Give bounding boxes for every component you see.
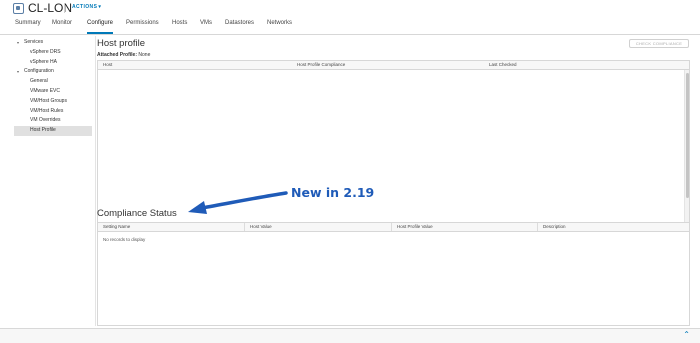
sidebar-item-vm-overrides[interactable]: VM Overrides [14,116,92,126]
column-header-host-profile-compliance[interactable]: Host Profile Compliance [292,61,485,69]
sidebar-item-label: VM Overrides [30,117,61,124]
sidebar-group-configuration[interactable]: ▾ Configuration [14,67,92,77]
tab-permissions[interactable]: Permissions [126,19,159,34]
title-divider [64,3,65,13]
sidebar-item-vm-host-groups[interactable]: VM/Host Groups [14,97,92,107]
object-tabs: Summary Monitor Configure Permissions Ho… [0,19,700,34]
tabs-divider [0,34,700,35]
sidebar-item-label: VMware EVC [30,87,61,94]
sidebar-item-label: VM/Host Groups [30,97,67,104]
empty-state-text: No records to display [103,237,146,242]
compliance-status-title: Compliance Status [97,208,177,219]
scrollbar-thumb[interactable] [686,73,689,198]
sidebar-item-label: General [30,78,48,85]
grid-header: Setting Name Host Value Host Profile Val… [98,223,689,232]
attached-profile: Attached Profile: None [97,52,150,58]
actions-menu-button[interactable]: ACTIONS▾ [72,4,101,10]
tab-hosts[interactable]: Hosts [172,19,187,34]
compliance-status-grid: Setting Name Host Value Host Profile Val… [97,222,690,326]
column-header-host-value[interactable]: Host Value [244,223,391,231]
tab-networks[interactable]: Networks [267,19,292,34]
new-feature-label: New in 2.19 [291,185,375,200]
sidebar-item-vsphere-drs[interactable]: vSphere DRS [14,48,92,58]
caret-down-icon: ▾ [17,40,20,45]
tab-monitor[interactable]: Monitor [52,19,72,34]
cluster-icon [13,3,24,14]
check-compliance-button[interactable]: CHECK COMPLIANCE [629,39,689,48]
sidebar-item-label: Host Profile [30,127,56,134]
column-header-description[interactable]: Description [537,223,687,231]
sidebar-item-label: vSphere DRS [30,48,61,55]
sidebar-item-vsphere-ha[interactable]: vSphere HA [14,58,92,68]
sidebar-item-vm-host-rules[interactable]: VM/Host Rules [14,107,92,117]
column-header-host[interactable]: Host [98,61,291,69]
sidebar-group-label: Services [24,39,44,45]
grid-scrollbar[interactable] [684,70,689,234]
recent-tasks-bar: ⌃ [0,329,700,343]
double-chevron-up-icon[interactable]: ⌃ [683,331,690,339]
tab-datastores[interactable]: Datastores [225,19,254,34]
attached-profile-value: None [138,52,151,58]
sidebar-group-label: Configuration [24,68,54,75]
sidebar-divider [95,36,96,326]
caret-down-icon: ▾ [17,69,20,75]
sidebar-group-services[interactable]: ▾ Services [14,38,92,48]
sidebar-item-general[interactable]: General [14,77,92,87]
configure-sidebar: ▾ Services vSphere DRS vSphere HA ▾ Conf… [14,38,92,136]
sidebar-item-label: vSphere HA [30,58,57,65]
host-profile-panel: Host profile Attached Profile: None CHEC… [97,36,691,326]
column-header-last-checked[interactable]: Last Checked [484,61,684,69]
grid-header: Host Host Profile Compliance Last Checke… [98,61,689,70]
chevron-down-icon: ▾ [98,4,102,10]
column-header-setting-name[interactable]: Setting Name [98,223,244,231]
sidebar-item-vmware-evc[interactable]: VMware EVC [14,87,92,97]
sidebar-item-host-profile[interactable]: Host Profile [14,126,92,136]
column-header-host-profile-value[interactable]: Host Profile Value [391,223,537,231]
host-profile-title: Host profile [97,38,146,49]
object-title: CL-LON [28,1,73,15]
tab-summary[interactable]: Summary [15,19,41,34]
actions-label: ACTIONS [72,4,98,10]
sidebar-item-label: VM/Host Rules [30,107,64,114]
tab-configure[interactable]: Configure [87,19,114,34]
annotation-arrow [188,191,288,214]
tab-vms[interactable]: VMs [200,19,212,34]
attached-profile-label: Attached Profile: [97,52,138,58]
